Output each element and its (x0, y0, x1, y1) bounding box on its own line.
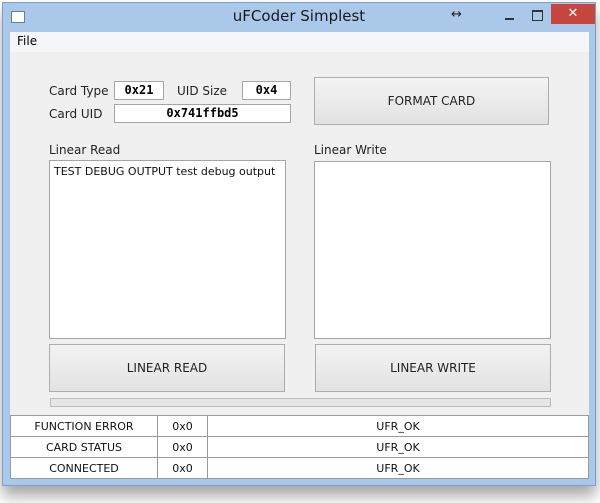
linear-write-textarea[interactable] (314, 161, 551, 339)
resize-arrows-icon[interactable]: ↔ (451, 7, 462, 22)
status-message: UFR_OK (207, 436, 589, 458)
status-code: 0x0 (157, 436, 208, 458)
format-card-button[interactable]: FORMAT CARD (314, 77, 549, 125)
title-bar[interactable]: uFCoder Simplest ↔ ✕ (3, 3, 595, 31)
status-code: 0x0 (157, 415, 208, 437)
linear-read-label: Linear Read (49, 143, 121, 157)
uid-size-label: UID Size (177, 84, 228, 98)
menu-bar: File (10, 32, 589, 52)
status-table: FUNCTION ERROR 0x0 UFR_OK CARD STATUS 0x… (10, 415, 589, 479)
linear-read-textarea[interactable]: TEST DEBUG OUTPUT test debug output (49, 160, 286, 339)
status-name: FUNCTION ERROR (10, 415, 158, 437)
app-window: uFCoder Simplest ↔ ✕ File Card Type 0x21… (2, 2, 596, 486)
minimize-button[interactable] (497, 7, 521, 23)
maximize-button[interactable] (525, 7, 549, 23)
status-row: CONNECTED 0x0 UFR_OK (10, 457, 589, 479)
linear-write-button[interactable]: LINEAR WRITE (315, 344, 551, 392)
status-code: 0x0 (157, 457, 208, 479)
client-area: File Card Type 0x21 UID Size 0x4 Card UI… (10, 32, 589, 479)
progress-bar (50, 398, 551, 407)
status-name: CONNECTED (10, 457, 158, 479)
status-message: UFR_OK (207, 415, 589, 437)
status-name: CARD STATUS (10, 436, 158, 458)
status-row: FUNCTION ERROR 0x0 UFR_OK (10, 415, 589, 437)
status-row: CARD STATUS 0x0 UFR_OK (10, 436, 589, 458)
close-button[interactable]: ✕ (551, 4, 595, 24)
linear-write-label: Linear Write (314, 143, 387, 157)
card-uid-field: 0x741ffbd5 (114, 104, 291, 123)
uid-size-field: 0x4 (242, 81, 291, 100)
card-uid-label: Card UID (49, 107, 103, 121)
card-type-label: Card Type (49, 84, 109, 98)
card-type-field: 0x21 (114, 81, 164, 100)
menu-file[interactable]: File (17, 34, 37, 48)
status-message: UFR_OK (207, 457, 589, 479)
linear-read-button[interactable]: LINEAR READ (49, 344, 285, 392)
